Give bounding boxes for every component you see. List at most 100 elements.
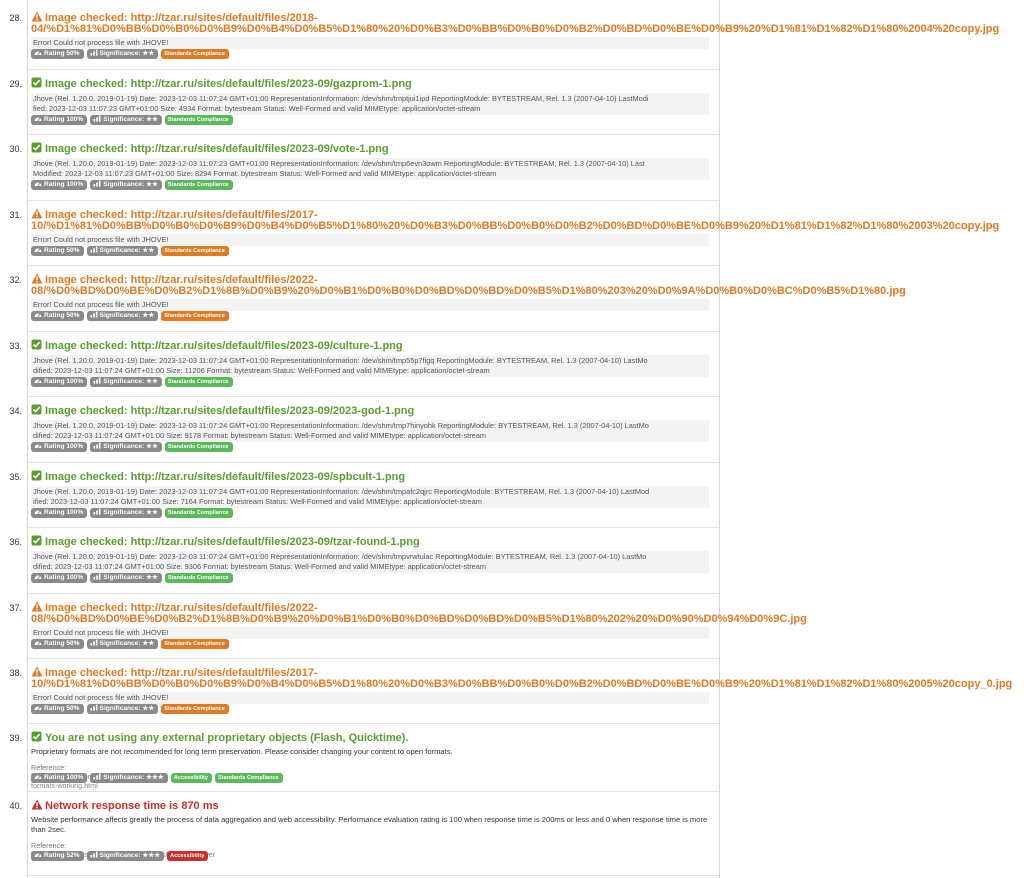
check-icon <box>31 142 42 153</box>
rating-text: Rating 50% <box>44 247 80 254</box>
significance-text: Significance: ★★ <box>99 312 155 319</box>
divider <box>28 593 719 594</box>
entry-title-continued: 10/%D1%81%D0%BB%D0%B0%D0%B9%D0%B4%D0%B5%… <box>31 220 1000 232</box>
jhove-detail: Jhove (Rel. 1.20.0, 2019-01-19) Date: 20… <box>31 486 709 508</box>
category-tag: Standards Compliance <box>164 377 233 387</box>
warning-icon <box>31 11 43 22</box>
jhove-detail: Jhove (Rel. 1.20.0, 2019-01-19) Date: 20… <box>31 551 709 573</box>
significance-text: Significance: ★★★ <box>99 852 161 859</box>
significance-text: Significance: ★★ <box>103 116 158 123</box>
entry-description: Website performance affects greatly the … <box>31 815 708 834</box>
jhove-detail: Jhove (Rel. 1.20.0, 2019-01-19) Date: 20… <box>31 420 709 442</box>
significance-text: Significance: ★★ <box>103 574 158 581</box>
entry-title-continued: 08/%D0%BD%D0%BE%D0%B2%D1%8B%D0%B9%20%D0%… <box>31 613 807 625</box>
badge-row: Rating 50% Significance: ★★ Standards Comp… <box>31 311 232 321</box>
jhove-detail: Error! Could not process file with JHOVE… <box>31 627 709 639</box>
badge-row: Rating 100% Significance: ★★★ Accessibilit… <box>31 773 286 783</box>
detail-line: Jhove (Rel. 1.20.0, 2019-01-19) Date: 20… <box>33 487 650 496</box>
detail-line: Jhove (Rel. 1.20.0, 2019-01-19) Date: 20… <box>33 94 649 103</box>
category-tag: Standards Compliance <box>161 704 229 714</box>
category-tag: Standards Compliance <box>164 180 233 190</box>
check-icon <box>31 77 42 88</box>
divider <box>28 527 719 528</box>
divider <box>28 134 719 135</box>
significance-badge: Significance: ★★ <box>90 508 162 518</box>
rating-badge: Rating 50% <box>31 704 84 714</box>
rating-badge: Rating 50% <box>31 311 84 321</box>
badge-row: Rating 100% Significance: ★★ Standards Com… <box>31 573 236 583</box>
entry-title: You are not using any external proprieta… <box>31 731 409 744</box>
badge-row: Rating 52% Significance: ★★★ Accessibility <box>31 851 211 861</box>
entry-number: 35. <box>9 472 22 482</box>
rating-badge: Rating 100% <box>31 377 88 387</box>
rating-text: Rating 100% <box>44 116 84 123</box>
badge-row: Rating 50% Significance: ★★ Standards Comp… <box>31 639 232 649</box>
entry-title: Image checked: http://tzar.ru/sites/defa… <box>31 404 414 417</box>
significance-badge: Significance: ★★ <box>86 704 159 714</box>
entry-number: 33. <box>9 341 22 351</box>
rating-text: Rating 52% <box>44 852 80 859</box>
jhove-detail: Error! Could not process file with JHOVE… <box>31 299 709 311</box>
significance-text: Significance: ★★ <box>99 247 155 254</box>
rating-text: Rating 100% <box>44 509 84 516</box>
badge-row: Rating 50% Significance: ★★ Standards Comp… <box>31 704 232 714</box>
entry-title: Image checked: http://tzar.ru/sites/defa… <box>31 535 420 548</box>
entry-description: Proprietary formats are not recommended … <box>31 747 453 756</box>
entry-title-text: Image checked: http://tzar.ru/sites/defa… <box>45 471 406 483</box>
check-icon <box>31 470 42 481</box>
significance-badge: Significance: ★★ <box>90 377 162 387</box>
category-tag: Standards Compliance <box>164 508 233 518</box>
divider <box>28 462 719 463</box>
rating-badge: Rating 50% <box>31 49 84 59</box>
detail-line: Jhove (Rel. 1.20.0, 2019-01-19) Date: 20… <box>33 159 645 168</box>
significance-badge: Significance: ★★ <box>86 246 159 256</box>
divider <box>28 396 719 397</box>
detail-line: Error! Could not process file with JHOVE… <box>33 693 169 702</box>
rating-badge: Rating 100% <box>31 573 88 583</box>
detail-line: Error! Could not process file with JHOVE… <box>33 628 169 637</box>
detail-line: Jhove (Rel. 1.20.0, 2019-01-19) Date: 20… <box>33 552 647 561</box>
detail-line: Modified: 2023-12-03 11:07:23 GMT+01:00 … <box>33 169 497 178</box>
check-icon <box>31 404 42 415</box>
warning-icon <box>31 601 43 612</box>
significance-text: Significance: ★★ <box>99 705 155 712</box>
entry-number: 34. <box>9 406 22 416</box>
entry-number: 37. <box>9 603 22 613</box>
rating-text: Rating 100% <box>44 443 84 450</box>
rating-badge: Rating 100% <box>31 442 88 452</box>
entry-title-text: You are not using any external proprieta… <box>45 732 409 744</box>
entry-title-text: Image checked: http://tzar.ru/sites/defa… <box>45 78 412 90</box>
rating-text: Rating 50% <box>44 640 80 647</box>
rating-badge: Rating 100% <box>31 180 88 190</box>
detail-line: fied: 2023-12-03 11:07:23 GMT+01:00 Size… <box>33 104 481 113</box>
category-tag: Accessibility <box>167 851 209 861</box>
entry-title-text: Network response time is 870 ms <box>45 800 219 812</box>
rating-text: Rating 100% <box>44 378 84 385</box>
detail-line: Error! Could not process file with JHOVE… <box>33 38 169 47</box>
check-icon <box>31 339 42 350</box>
detail-line: Jhove (Rel. 1.20.0, 2019-01-19) Date: 20… <box>33 356 648 365</box>
entry-title-continued: 04/%D1%81%D0%BB%D0%B0%D0%B9%D0%B4%D0%B5%… <box>31 23 1000 35</box>
rating-text: Rating 100% <box>44 774 84 781</box>
significance-text: Significance: ★★ <box>103 509 158 516</box>
significance-badge: Significance: ★★ <box>90 180 162 190</box>
category-tag: Standards Compliance <box>164 442 233 452</box>
detail-line: dified: 2023-12-03 11:07:24 GMT+01:00 Si… <box>33 431 487 440</box>
detail-line: ified: 2023-12-03 11:07:24 GMT+01:00 Siz… <box>33 497 482 506</box>
entry-number: 36. <box>9 537 22 547</box>
entry-title-text: Image checked: http://tzar.ru/sites/defa… <box>45 405 415 417</box>
entry-title-text: Image checked: http://tzar.ru/sites/defa… <box>45 340 403 352</box>
category-tag: Standards Compliance <box>215 773 283 783</box>
divider <box>28 723 719 724</box>
badge-row: Rating 100% Significance: ★★ Standards Com… <box>31 180 236 190</box>
entry-title-text: Image checked: http://tzar.ru/sites/defa… <box>45 536 420 548</box>
jhove-detail: Error! Could not process file with JHOVE… <box>31 37 709 49</box>
entry-number: 28. <box>9 13 22 23</box>
significance-badge: Significance: ★★★ <box>86 851 165 861</box>
rating-badge: Rating 100% <box>31 115 88 125</box>
significance-badge: Significance: ★★ <box>86 311 159 321</box>
divider <box>28 791 719 792</box>
divider <box>28 265 719 266</box>
jhove-detail: Jhove (Rel. 1.20.0, 2019-01-19) Date: 20… <box>31 158 709 180</box>
significance-badge: Significance: ★★ <box>86 639 159 649</box>
